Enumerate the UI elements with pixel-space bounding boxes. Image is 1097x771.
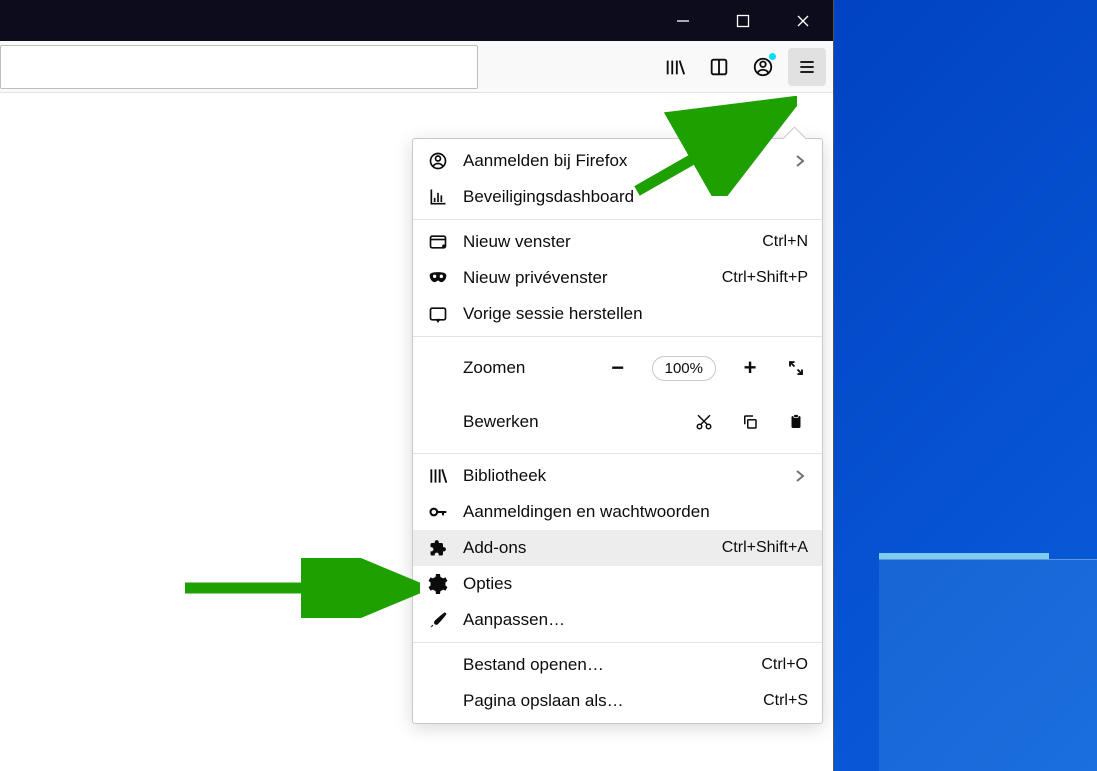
account-button[interactable] [744, 48, 782, 86]
menu-new-window[interactable]: Nieuw venster Ctrl+N [413, 224, 822, 260]
menu-item-label: Nieuw privévenster [463, 268, 708, 288]
menu-options[interactable]: Opties [413, 566, 822, 602]
menu-item-label: Bestand openen… [463, 655, 747, 675]
browser-toolbar [0, 41, 833, 93]
menu-item-label: Nieuw venster [463, 232, 748, 252]
blank-icon [427, 690, 449, 712]
url-bar[interactable] [0, 45, 478, 89]
menu-item-label: Vorige sessie herstellen [463, 304, 808, 324]
maximize-button[interactable] [713, 0, 773, 41]
new-window-icon [427, 231, 449, 253]
puzzle-icon [427, 537, 449, 559]
menu-item-shortcut: Ctrl+Shift+A [722, 539, 808, 557]
library-button[interactable] [656, 48, 694, 86]
menu-customize[interactable]: Aanpassen… [413, 602, 822, 638]
copy-button[interactable] [738, 413, 762, 431]
menu-item-label: Beveiligingsdashboard [463, 187, 808, 207]
menu-signin[interactable]: Aanmelden bij Firefox [413, 143, 822, 179]
menu-zoom-row: Zoomen − 100% + [413, 341, 822, 395]
menu-item-shortcut: Ctrl+Shift+P [722, 269, 808, 287]
window-titlebar [0, 0, 833, 41]
desktop-taskbar-hint [879, 559, 1097, 771]
menu-addons[interactable]: Add-ons Ctrl+Shift+A [413, 530, 822, 566]
menu-item-label: Aanpassen… [463, 610, 808, 630]
account-icon [427, 150, 449, 172]
menu-item-shortcut: Ctrl+S [763, 692, 808, 710]
chevron-right-icon [792, 469, 808, 483]
mask-icon [427, 267, 449, 289]
cut-button[interactable] [692, 413, 716, 431]
paintbrush-icon [427, 609, 449, 631]
close-button[interactable] [773, 0, 833, 41]
menu-save-page[interactable]: Pagina opslaan als… Ctrl+S [413, 683, 822, 719]
minimize-button[interactable] [653, 0, 713, 41]
menu-item-label: Aanmeldingen en wachtwoorden [463, 502, 808, 522]
menu-security-dashboard[interactable]: Beveiligingsdashboard [413, 179, 822, 215]
restore-icon [427, 303, 449, 325]
fullscreen-button[interactable] [784, 359, 808, 377]
menu-item-shortcut: Ctrl+N [762, 233, 808, 251]
menu-item-label: Aanmelden bij Firefox [463, 151, 778, 171]
blank-icon [427, 654, 449, 676]
zoom-in-button[interactable]: + [738, 355, 762, 381]
edit-label: Bewerken [427, 412, 692, 432]
menu-item-label: Pagina opslaan als… [463, 691, 749, 711]
menu-open-file[interactable]: Bestand openen… Ctrl+O [413, 647, 822, 683]
app-menu: Aanmelden bij Firefox Beveiligingsdashbo… [412, 138, 823, 724]
paste-button[interactable] [784, 413, 808, 431]
menu-library[interactable]: Bibliotheek [413, 458, 822, 494]
hamburger-menu-button[interactable] [788, 48, 826, 86]
notification-dot-icon [768, 52, 777, 61]
menu-logins[interactable]: Aanmeldingen en wachtwoorden [413, 494, 822, 530]
menu-new-private[interactable]: Nieuw privévenster Ctrl+Shift+P [413, 260, 822, 296]
chevron-right-icon [792, 154, 808, 168]
library-icon [427, 465, 449, 487]
zoom-label: Zoomen [427, 358, 606, 378]
zoom-out-button[interactable]: − [606, 355, 630, 381]
dashboard-icon [427, 186, 449, 208]
menu-item-shortcut: Ctrl+O [761, 656, 808, 674]
gear-icon [427, 573, 449, 595]
menu-restore-session[interactable]: Vorige sessie herstellen [413, 296, 822, 332]
key-icon [427, 501, 449, 523]
zoom-percent[interactable]: 100% [652, 356, 716, 381]
menu-edit-row: Bewerken [413, 395, 822, 449]
menu-item-label: Add-ons [463, 538, 708, 558]
menu-item-label: Bibliotheek [463, 466, 778, 486]
reader-view-button[interactable] [700, 48, 738, 86]
menu-item-label: Opties [463, 574, 808, 594]
